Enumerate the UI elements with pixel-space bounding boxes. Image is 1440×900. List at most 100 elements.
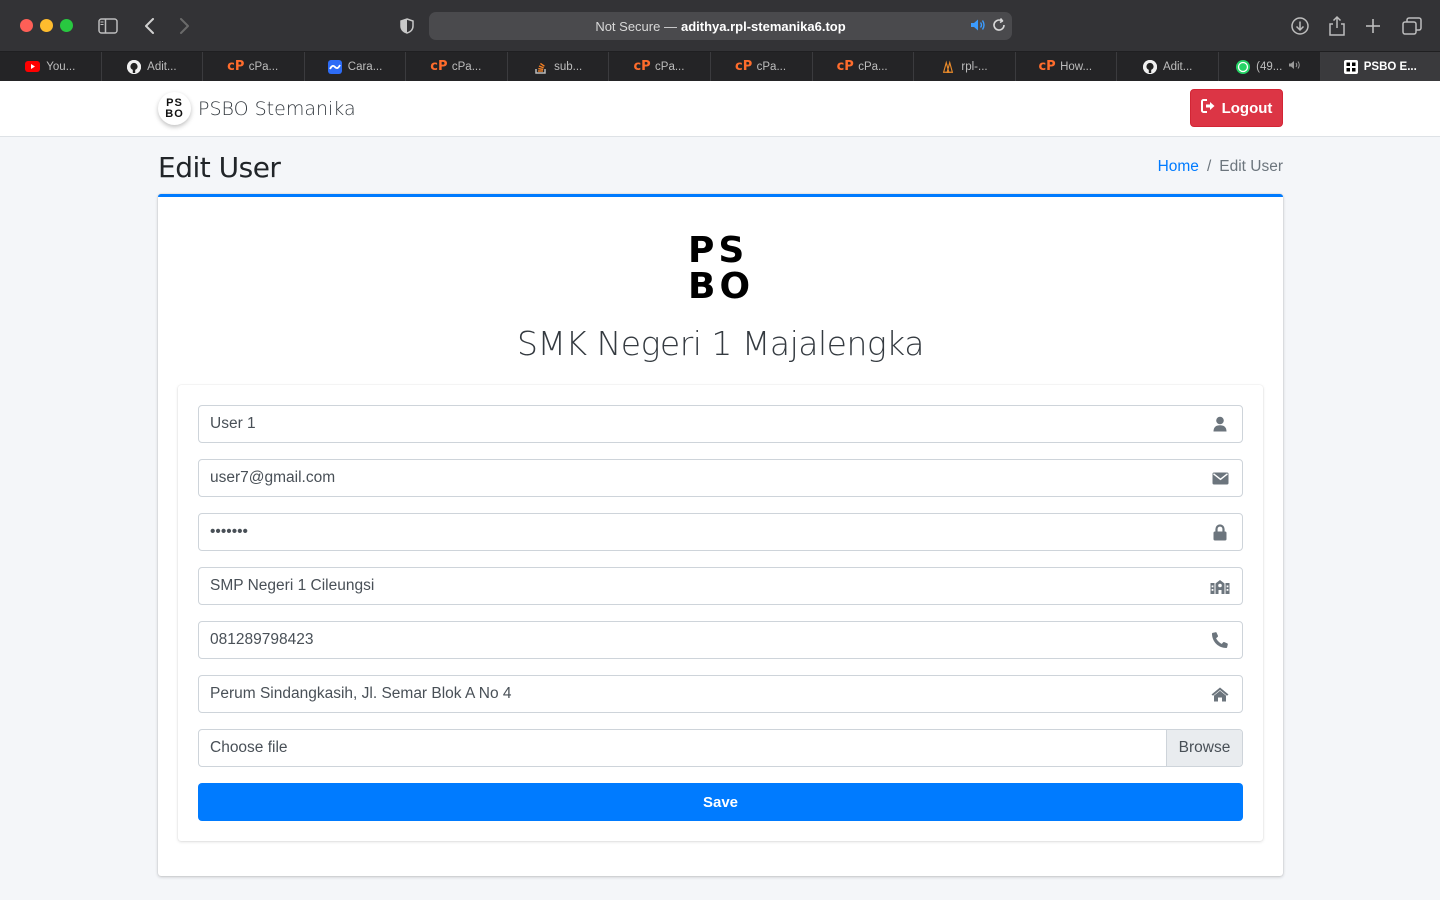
stackoverflow-icon (534, 60, 548, 74)
page-title: Edit User (158, 151, 281, 184)
browser-tab[interactable]: sub... (508, 52, 610, 81)
user-icon (1198, 406, 1242, 442)
url-host: adithya.rpl-stemanika6.top (680, 18, 846, 34)
browser-tab[interactable]: rpl-... (914, 52, 1016, 81)
browser-tab[interactable]: You... (0, 52, 102, 81)
cpanel-icon: cP (1038, 59, 1056, 74)
cpanel-icon: cP (430, 59, 448, 74)
browser-tab[interactable]: Cara... (305, 52, 407, 81)
tab-label: (49... (1256, 60, 1283, 73)
share-icon[interactable] (1325, 14, 1349, 38)
privacy-shield-icon[interactable] (395, 14, 419, 38)
back-arrow-icon[interactable] (138, 14, 162, 38)
new-tab-icon[interactable] (1361, 14, 1385, 38)
name-input[interactable] (199, 406, 1198, 442)
phone-icon (1198, 622, 1242, 658)
file-chooser-label[interactable]: Choose file (199, 739, 1166, 757)
tab-label: Adit... (147, 60, 177, 73)
github-icon (127, 59, 142, 74)
tab-overview-icon[interactable] (1400, 14, 1424, 38)
whatsapp-icon (1236, 59, 1251, 74)
phone-field (198, 621, 1243, 659)
edit-user-card: PS BO SMK Negeri 1 Majalengka User 1 use… (158, 194, 1283, 876)
brand-link[interactable]: PS BO PSBO Stemanika (158, 92, 356, 125)
youtube-icon (25, 61, 41, 72)
zoom-window-button[interactable] (60, 19, 73, 32)
minimize-window-button[interactable] (40, 19, 53, 32)
email-field (198, 459, 1243, 497)
password-field (198, 513, 1243, 551)
tab-label: rpl-... (961, 60, 988, 73)
tab-label: Cara... (347, 60, 383, 73)
psbo-icon (1343, 59, 1358, 74)
github-icon (1142, 59, 1157, 74)
cpanel-icon: cP (633, 59, 651, 74)
edit-user-form: Choose file Browse Save (178, 385, 1263, 841)
browse-button[interactable]: Browse (1166, 730, 1242, 766)
sidebar-toggle-icon[interactable] (96, 14, 120, 38)
tab-label: You... (46, 60, 76, 73)
downloads-icon[interactable] (1288, 14, 1312, 38)
url-security-label: Not Secure — (595, 18, 677, 34)
tab-label: cPa... (451, 60, 482, 73)
save-button[interactable]: Save (198, 783, 1243, 821)
browser-tab[interactable]: cP cPa... (203, 52, 305, 81)
brand-logo-line1: PS (166, 96, 183, 109)
photo-file-field[interactable]: Choose file Browse (198, 729, 1243, 767)
browser-tab[interactable]: cP cPa... (406, 52, 508, 81)
top-navbar: PS BO PSBO Stemanika Logout (0, 81, 1440, 137)
psbo-logo-line1: PS (688, 230, 749, 271)
school-input[interactable] (199, 568, 1198, 604)
page-viewport: PS BO PSBO Stemanika Logout Edit User Ho… (0, 81, 1440, 900)
home-icon (1198, 676, 1242, 712)
browser-tab[interactable]: Adit... (1117, 52, 1219, 81)
school-field (198, 567, 1243, 605)
browser-tab-active[interactable]: PSBO E... (1320, 52, 1440, 81)
breadcrumb-current: Edit User (1219, 158, 1283, 175)
tab-label: sub... (554, 60, 583, 73)
cpanel-icon: cP (227, 59, 245, 74)
school-name: SMK Negeri 1 Majalengka (517, 324, 924, 363)
address-input[interactable] (199, 676, 1198, 712)
browser-tab[interactable]: cP How... (1016, 52, 1118, 81)
reload-icon[interactable] (991, 17, 1007, 36)
forward-arrow-icon[interactable] (172, 14, 196, 38)
address-bar[interactable]: Not Secure — adithya.rpl-stemanika6.top (429, 12, 1012, 40)
breadcrumb-home-link[interactable]: Home (1158, 158, 1199, 176)
password-input[interactable] (199, 514, 1198, 550)
browser-tab[interactable]: (49... (1219, 52, 1321, 81)
address-field (198, 675, 1243, 713)
tab-audio-icon[interactable] (1288, 60, 1302, 73)
school-icon (1198, 568, 1242, 604)
browser-titlebar: Not Secure — adithya.rpl-stemanika6.top (0, 0, 1440, 52)
phone-input[interactable] (199, 622, 1198, 658)
sign-out-icon (1200, 99, 1217, 117)
logout-button[interactable]: Logout (1190, 89, 1283, 127)
name-field (198, 405, 1243, 443)
tab-label: cPa... (248, 60, 279, 73)
browser-tab[interactable]: cP cPa... (711, 52, 813, 81)
browser-tab[interactable]: cP cPa... (813, 52, 915, 81)
cpanel-icon: cP (735, 59, 753, 74)
close-window-button[interactable] (20, 19, 33, 32)
brand-text: PSBO Stemanika (198, 97, 356, 120)
browser-tab[interactable]: cP cPa... (609, 52, 712, 81)
browser-tab[interactable]: Adit... (102, 52, 204, 81)
tab-label: cPa... (756, 60, 787, 73)
rpl-icon (941, 59, 955, 74)
envelope-icon (1198, 460, 1242, 496)
brand-logo: PS BO (158, 92, 191, 125)
cara-icon (327, 59, 342, 74)
brand-logo-line2: BO (165, 107, 184, 120)
tab-label: cPa... (858, 60, 888, 73)
psbo-logo: PS BO (688, 233, 752, 305)
breadcrumb-separator: / (1206, 158, 1212, 175)
tab-bar: You... Adit... cP cPa... Cara... cP cPa...… (0, 52, 1440, 81)
logout-label: Logout (1221, 99, 1273, 117)
tab-label: How... (1060, 60, 1093, 73)
audio-playing-icon[interactable] (970, 18, 986, 35)
tab-label: PSBO E... (1363, 60, 1417, 73)
email-input[interactable] (199, 460, 1198, 496)
cpanel-icon: cP (836, 59, 854, 74)
tab-label: Adit... (1162, 60, 1193, 73)
